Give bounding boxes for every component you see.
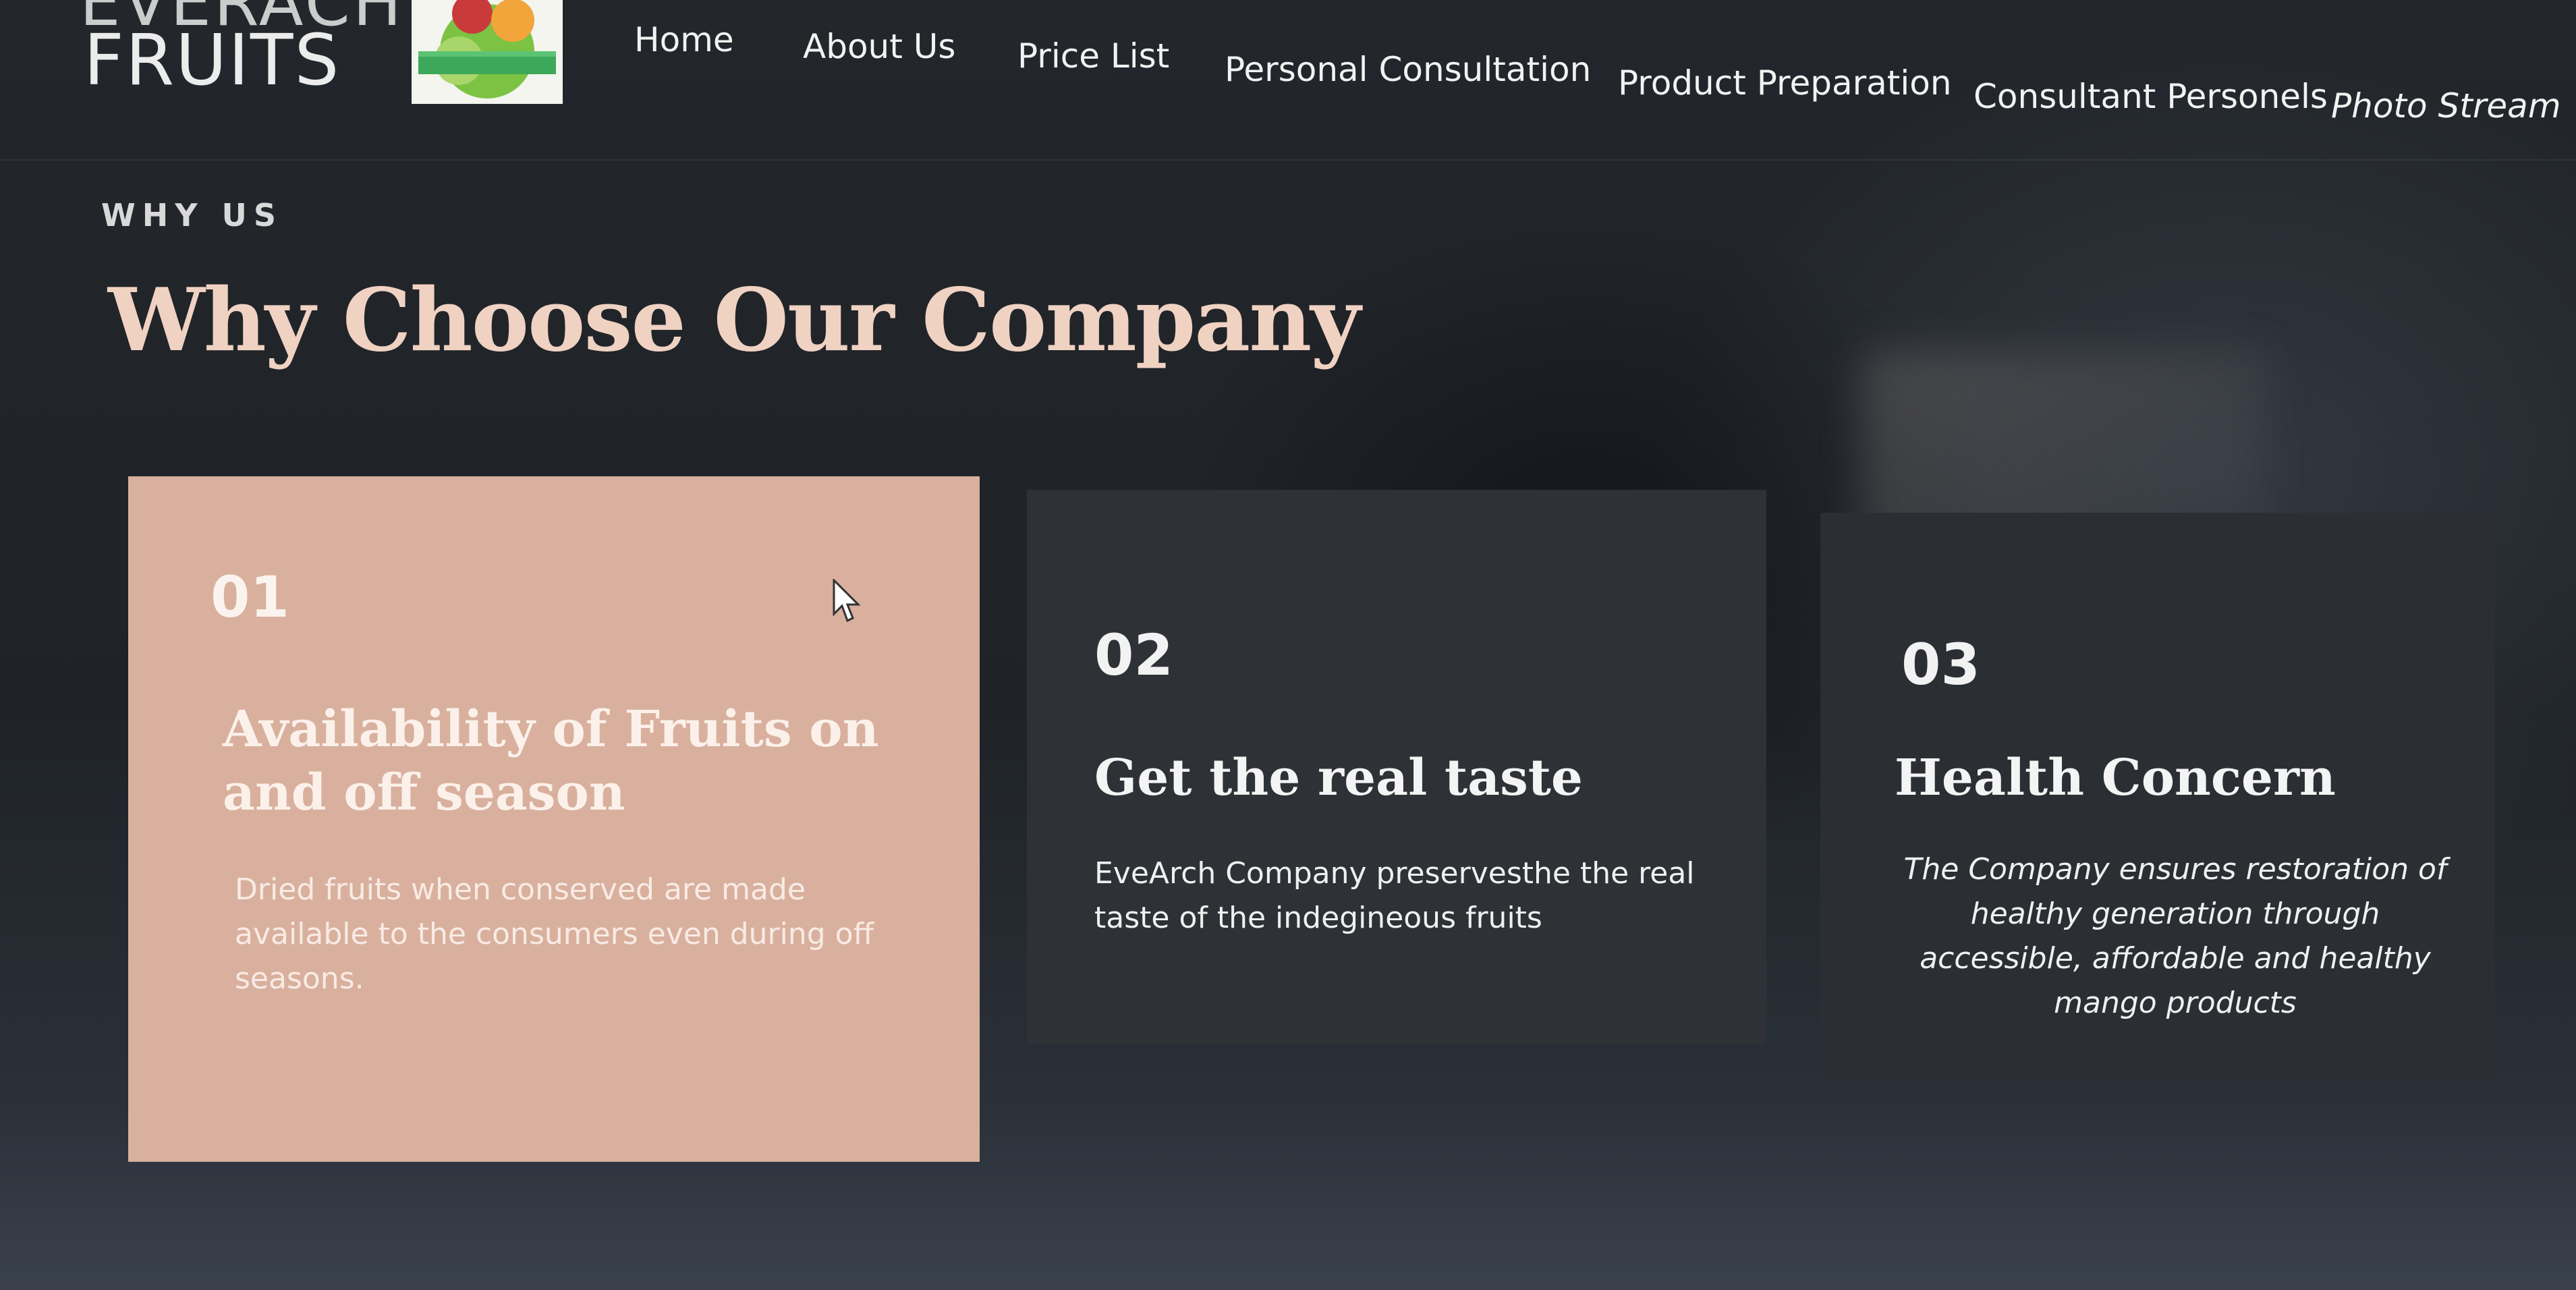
nav-about-us[interactable]: About Us <box>803 27 955 66</box>
page: EVERACH FRUITS Home About Us Price List … <box>0 0 2576 1290</box>
nav-home[interactable]: Home <box>634 20 734 59</box>
card-description: EveArch Company preservesthe the real ta… <box>1094 856 1695 935</box>
card-number: 03 <box>1901 632 1980 698</box>
header-divider <box>0 159 2576 161</box>
feature-card-2[interactable]: 02 Get the real taste EveArch Company pr… <box>1027 490 1766 1044</box>
card-description: Dried fruits when conserved are made ava… <box>235 872 874 996</box>
card-heading: Get the real taste <box>1094 749 1583 807</box>
site-header: EVERACH FRUITS Home About Us Price List … <box>0 0 2576 162</box>
card-number: 01 <box>211 564 289 630</box>
section-eyebrow: WHY US <box>101 197 283 233</box>
nav-price-list[interactable]: Price List <box>1017 36 1169 76</box>
card-heading: Health Concern <box>1895 749 2336 807</box>
card-number: 02 <box>1094 622 1173 688</box>
section-title: Why Choose Our Company <box>108 270 1361 371</box>
main-nav: Home About Us Price List Personal Consul… <box>0 0 2576 148</box>
mouse-cursor-icon <box>833 579 861 623</box>
card-description: The Company ensures restoration of healt… <box>1903 852 2447 1020</box>
nav-consultant-personels[interactable]: Consultant Personels <box>1973 77 2328 116</box>
nav-product-preparation[interactable]: Product Preparation <box>1618 63 1952 103</box>
nav-personal-consultation[interactable]: Personal Consultation <box>1225 50 1591 89</box>
feature-card-3[interactable]: 03 Health Concern The Company ensures re… <box>1820 513 2495 1079</box>
nav-photo-stream[interactable]: Photo Stream <box>2331 86 2561 125</box>
card-heading: Availability of Fruits on and off season <box>223 700 879 822</box>
